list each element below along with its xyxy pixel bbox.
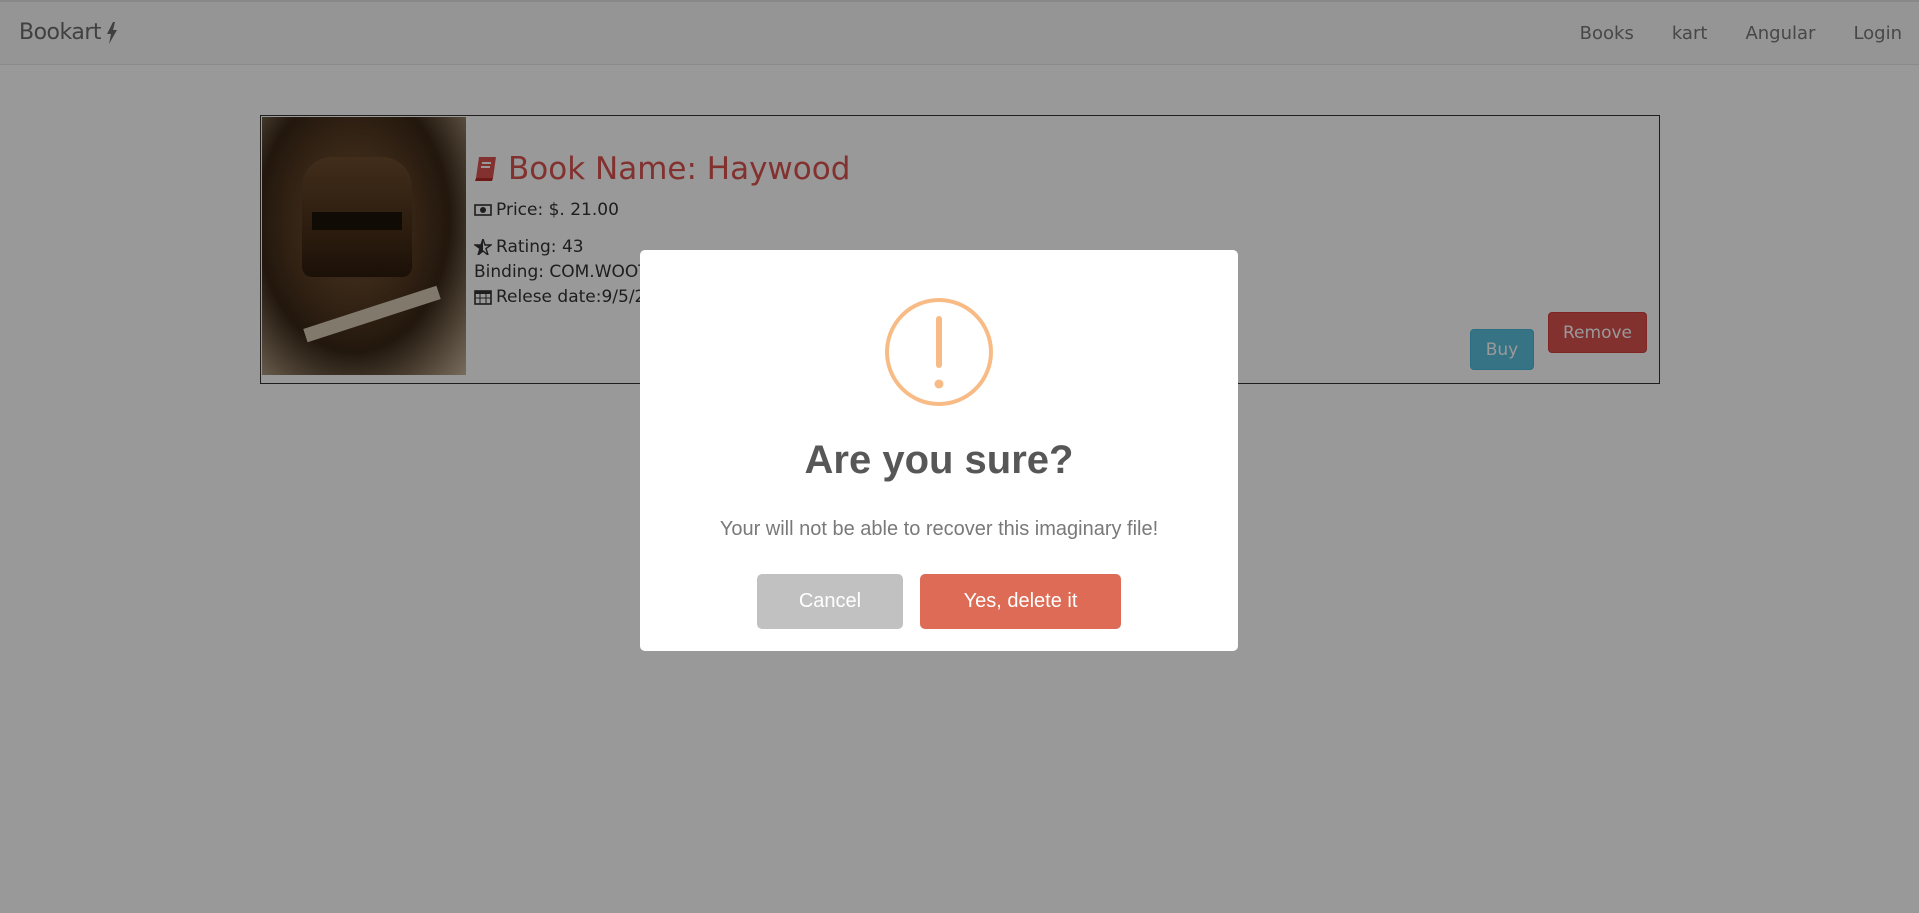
warning-icon [885,298,993,406]
confirm-delete-button[interactable]: Yes, delete it [920,574,1121,629]
modal-overlay[interactable]: Are you sure? Your will not be able to r… [0,0,1919,913]
cancel-button[interactable]: Cancel [757,574,903,629]
dialog-text: Your will not be able to recover this im… [719,518,1159,540]
confirm-dialog: Are you sure? Your will not be able to r… [640,250,1238,651]
dialog-title: Are you sure? [804,438,1074,482]
page: Bookart Books kart Angular Login Book Na… [0,0,1919,913]
